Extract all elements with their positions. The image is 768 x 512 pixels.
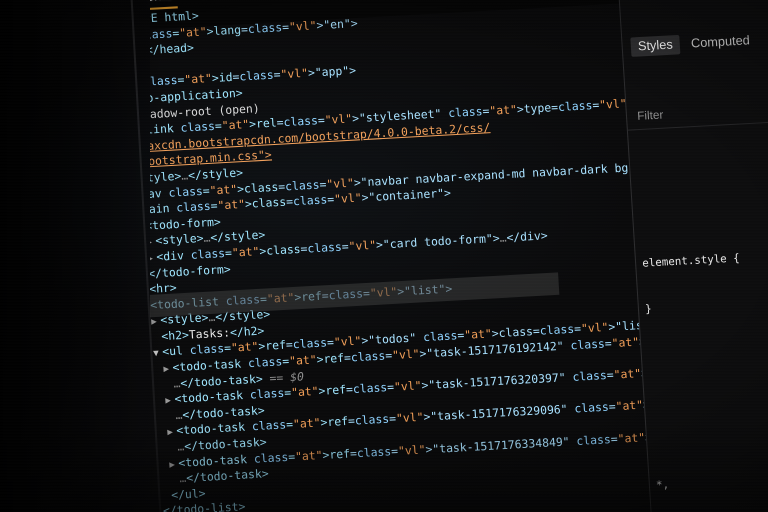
tab-computed[interactable]: Computed [683,30,757,53]
elements-tree[interactable]: <!DOCTYPE html> <html class="at">lang=cl… [86,0,768,512]
rule-element-style[interactable]: element.style { } [640,213,768,348]
row-actions-ellipsis-icon[interactable]: ••• [28,297,102,324]
monitor-photo: ☆ Elements Console Sources Application N… [0,0,768,512]
styles-filter-bar[interactable]: Filter :hov .cls [626,92,768,131]
devtools-window: ☆ Elements Console Sources Application N… [0,0,768,512]
styles-rules-list: element.style { } *, _reboot. ::after, :… [631,164,768,512]
styles-pane-tabs: Styles Computed » [622,18,768,59]
rule-close-brace: } [644,303,653,316]
styles-filter-input[interactable]: Filter [637,108,664,125]
tree-row-text: </ul> [170,486,206,502]
tab-elements[interactable]: Elements [101,0,186,6]
rule-universal-reboot[interactable]: *, _reboot. ::after, ::before { box-sizi… [654,435,768,512]
tab-styles-overflow-icon[interactable]: » [760,29,768,50]
tab-styles[interactable]: Styles [630,34,681,57]
rule-selector: *, [655,478,670,492]
tab-console[interactable]: Console [185,0,263,1]
rule-selector: element.style { [641,252,741,270]
